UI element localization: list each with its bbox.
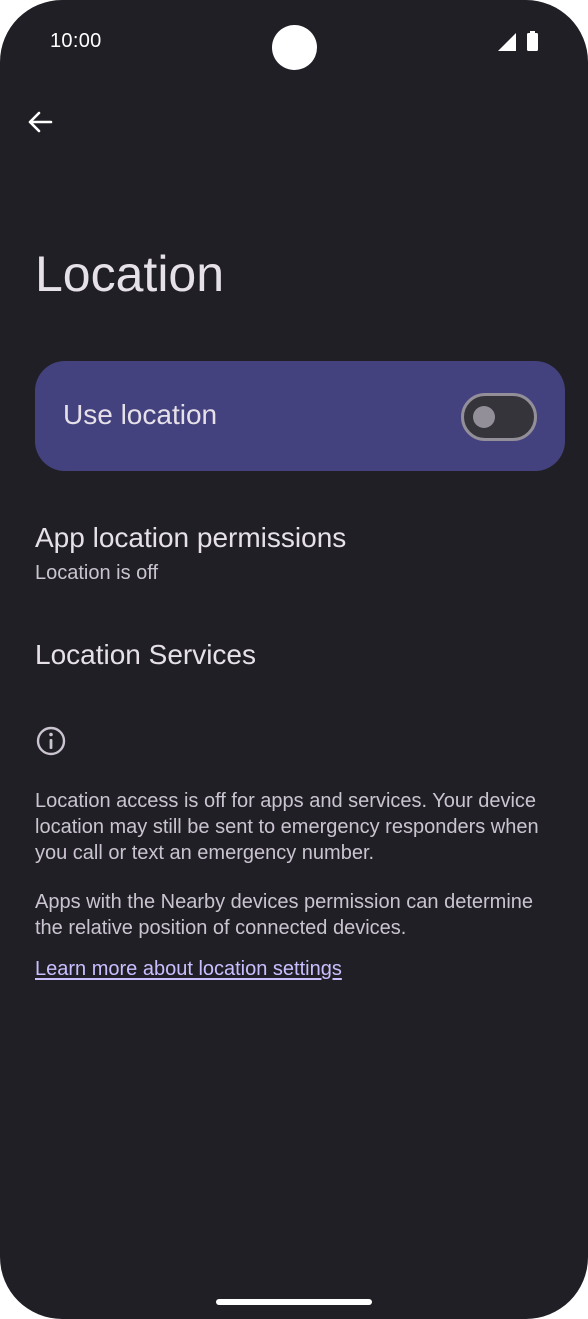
status-time: 10:00 [50, 30, 102, 52]
status-bar: 10:00 [0, 0, 588, 84]
home-indicator[interactable] [216, 1299, 372, 1305]
app-location-permissions-title: App location permissions [35, 522, 347, 553]
location-services-item[interactable]: Location Services [0, 622, 588, 692]
location-off-info-text: Location access is off for apps and serv… [35, 790, 539, 864]
info-icon [36, 726, 66, 756]
battery-full-icon [527, 31, 538, 51]
use-location-switch[interactable] [461, 393, 537, 441]
arrow-back-icon [28, 111, 53, 133]
location-services-title: Location Services [35, 639, 257, 670]
use-location-toggle-card[interactable]: Use location [35, 361, 565, 471]
nearby-devices-info-text: Apps with the Nearby devices permission … [35, 891, 534, 939]
page-title: Location [35, 246, 225, 302]
switch-knob [473, 406, 495, 428]
cellular-signal-icon [498, 33, 516, 51]
camera-cutout [272, 25, 317, 70]
app-location-permissions-item[interactable]: App location permissions Location is off [0, 508, 588, 598]
use-location-label: Use location [63, 399, 218, 430]
learn-more-location-link[interactable]: Learn more about location settings [35, 958, 342, 981]
app-location-permissions-subtitle: Location is off [35, 562, 159, 584]
phone-screen: 10:00 Location Use location App location… [0, 0, 588, 1319]
back-button[interactable] [20, 102, 60, 142]
